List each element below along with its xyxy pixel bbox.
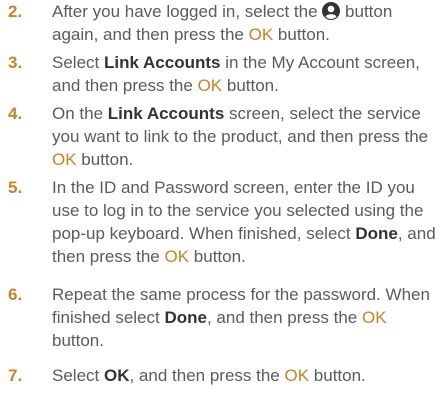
- step-text-part: On the: [52, 104, 104, 123]
- step-text-part: button.: [81, 150, 134, 169]
- instruction-document: 2. After you have logged in, select the …: [0, 0, 444, 406]
- step-text-part: button.: [226, 76, 279, 95]
- step-number: 7.: [8, 366, 23, 385]
- step-2: 2. After you have logged in, select the …: [8, 0, 438, 46]
- step-text-part: After you have logged in, select the: [52, 2, 318, 21]
- step-text: On the Link Accounts screen, select the …: [52, 102, 438, 171]
- step-text: Select OK, and then press the OK button.: [52, 364, 438, 387]
- step-number: 2.: [8, 2, 23, 21]
- step-text-part: button.: [313, 366, 366, 385]
- ok-button-label: OK: [361, 308, 387, 327]
- step-4: 4. On the Link Accounts screen, select t…: [8, 102, 438, 171]
- step-number: 3.: [8, 53, 23, 72]
- step-text-part: Select: [52, 366, 100, 385]
- step-text-part: , and then press the: [129, 366, 280, 385]
- step-text: In the ID and Password screen, enter the…: [52, 176, 438, 268]
- ok-option-label: OK: [103, 366, 130, 385]
- step-number: 4.: [8, 104, 23, 123]
- step-number: 6.: [8, 285, 23, 304]
- link-accounts-label: Link Accounts: [103, 53, 221, 72]
- step-5: 5. In the ID and Password screen, enter …: [8, 176, 438, 268]
- ok-button-label: OK: [164, 247, 190, 266]
- account-icon: [322, 2, 341, 20]
- step-6: 6. Repeat the same process for the passw…: [8, 283, 438, 352]
- step-text-part: button.: [52, 331, 104, 350]
- step-text: Repeat the same process for the password…: [52, 283, 438, 352]
- step-3: 3. Select Link Accounts in the My Accoun…: [8, 51, 438, 97]
- step-text-part: button.: [277, 25, 330, 44]
- ok-button-label: OK: [248, 25, 274, 44]
- ok-button-label: OK: [197, 76, 223, 95]
- step-7: 7. Select OK, and then press the OK butt…: [8, 364, 438, 387]
- step-text-part: button.: [193, 247, 246, 266]
- ok-button-label: OK: [52, 150, 77, 169]
- done-label: Done: [355, 224, 398, 243]
- step-number: 5.: [8, 178, 23, 197]
- step-text: After you have logged in, select the but…: [52, 0, 438, 46]
- step-text: Select Link Accounts in the My Account s…: [52, 51, 438, 97]
- link-accounts-label: Link Accounts: [107, 104, 225, 123]
- ok-button-label: OK: [284, 366, 310, 385]
- step-text-part: Select: [52, 53, 100, 72]
- step-text-part: , and then press the: [206, 308, 358, 327]
- done-label: Done: [164, 308, 207, 327]
